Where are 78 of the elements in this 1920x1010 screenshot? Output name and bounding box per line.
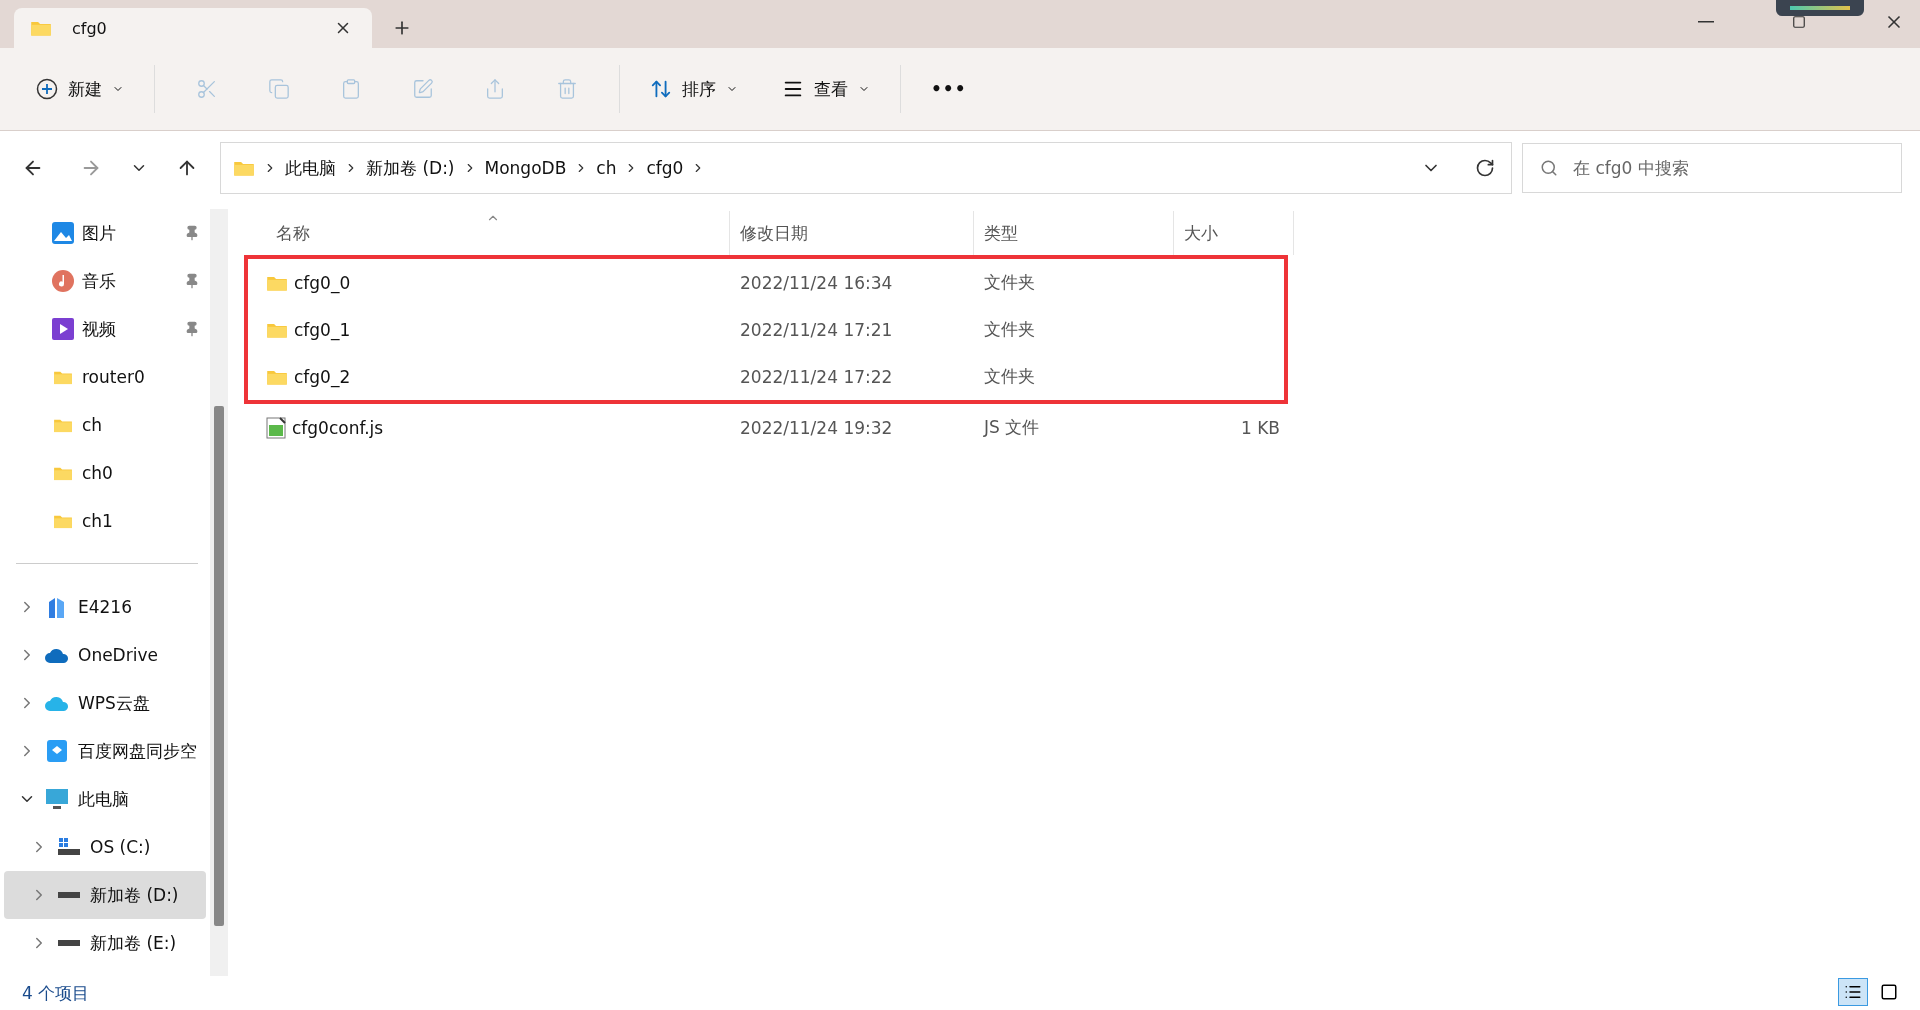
sidebar-item[interactable]: ch1	[4, 497, 206, 545]
copy-icon	[268, 78, 290, 100]
sidebar-item[interactable]: WPS云盘	[4, 679, 206, 727]
maximize-icon	[1792, 15, 1806, 29]
computer-icon	[45, 788, 69, 810]
sidebar-item[interactable]: E4216	[4, 583, 206, 631]
sync-app-icon	[47, 740, 67, 762]
search-field[interactable]: 在 cfg0 中搜索	[1522, 143, 1902, 193]
column-header[interactable]: 修改日期	[730, 211, 974, 255]
folder-icon	[233, 159, 255, 177]
view-button[interactable]: 查看	[772, 67, 880, 111]
trash-icon	[556, 78, 578, 100]
details-view-button[interactable]	[1838, 978, 1868, 1006]
column-header[interactable]: 大小	[1174, 211, 1294, 255]
date-cell-text: 2022/11/24 17:22	[739, 366, 894, 387]
folder-icon	[53, 369, 73, 385]
breadcrumb[interactable]: 此电脑	[285, 156, 336, 180]
sidebar-item[interactable]: 新加卷 (D:)	[4, 871, 206, 919]
breadcrumb[interactable]: 新加卷 (D:)	[366, 156, 455, 180]
sidebar-item[interactable]: 视频	[4, 305, 206, 353]
scissors-icon	[196, 78, 218, 100]
drive-icon	[57, 890, 81, 900]
sidebar-item[interactable]: 新加卷 (E:)	[4, 919, 206, 967]
breadcrumb[interactable]: cfg0	[646, 158, 684, 178]
folder-icon	[53, 417, 73, 433]
drive-icon	[57, 938, 81, 948]
type-cell-text: 文件夹	[983, 365, 1036, 388]
minimize-icon	[1698, 21, 1714, 23]
sidebar-item[interactable]: ch	[4, 401, 206, 449]
sidebar-item[interactable]: ch0	[4, 449, 206, 497]
sidebar-item[interactable]: OS (C:)	[4, 823, 206, 871]
meter-widget-icon	[1776, 0, 1864, 16]
new-button[interactable]: 新建	[26, 67, 134, 111]
sidebar-item[interactable]: router0	[4, 353, 206, 401]
tab[interactable]: cfg0	[14, 8, 372, 48]
scrollbar-thumb[interactable]	[214, 406, 224, 926]
sort-arrows-icon	[650, 78, 672, 100]
sidebar-item[interactable]: 此电脑	[4, 775, 206, 823]
refresh-icon	[1475, 158, 1495, 178]
column-header[interactable]: 名称	[256, 211, 730, 255]
square-icon	[1880, 983, 1898, 1001]
sidebar-item[interactable]: 百度网盘同步空	[4, 727, 206, 775]
list-icon	[1844, 983, 1862, 1001]
date-cell-text: 2022/11/24 16:34	[739, 272, 894, 293]
file-name-cell[interactable]: cfg0_1	[256, 319, 730, 340]
pen-icon	[412, 78, 434, 100]
drive-icon	[57, 837, 81, 857]
folder-icon	[53, 465, 73, 481]
file-name-cell[interactable]: cfg0_0	[256, 272, 730, 293]
sort-button[interactable]: 排序	[640, 67, 748, 111]
date-cell-text: 2022/11/24 17:21	[739, 319, 894, 340]
cloud-icon	[45, 647, 69, 663]
folder-icon	[30, 19, 52, 37]
share-icon	[484, 78, 506, 100]
item-count: 4 个项目	[22, 981, 90, 1005]
column-header[interactable]: 类型	[974, 211, 1174, 255]
size-cell-text: 1 KB	[1239, 417, 1281, 438]
date-cell-text: 2022/11/24 19:32	[739, 417, 894, 438]
type-cell-text: 文件夹	[983, 318, 1036, 341]
folder-icon	[53, 513, 73, 529]
type-cell-text: JS 文件	[982, 416, 1041, 439]
address-bar[interactable]: 此电脑 新加卷 (D:) MongoDB ch cfg0	[220, 142, 1512, 194]
file-name-cell[interactable]: cfg0conf.js	[256, 416, 730, 439]
music-note-icon	[52, 270, 74, 292]
sidebar-item[interactable]: 图片	[4, 209, 206, 257]
sidebar-item[interactable]: 音乐	[4, 257, 206, 305]
cloud-icon	[45, 695, 69, 711]
video-icon	[52, 318, 74, 340]
clipboard-icon	[340, 78, 362, 100]
more-options-button[interactable]: •••	[921, 67, 977, 111]
script-file-icon	[266, 416, 286, 439]
breadcrumb[interactable]: ch	[596, 158, 617, 178]
breadcrumb[interactable]: MongoDB	[484, 158, 567, 178]
picture-icon	[52, 222, 74, 244]
plus-circle-icon	[36, 78, 58, 100]
sidebar-item[interactable]: OneDrive	[4, 631, 206, 679]
file-name-cell[interactable]: cfg0_2	[256, 366, 730, 387]
type-cell-text: 文件夹	[983, 271, 1036, 294]
